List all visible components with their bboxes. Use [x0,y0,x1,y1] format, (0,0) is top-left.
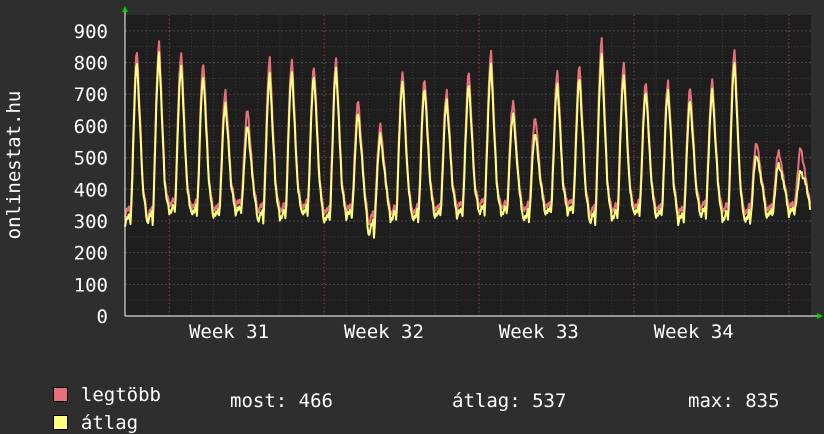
stat-max: max: 835 [688,390,780,412]
legend-avg-swatch [52,415,68,430]
y-axis-label: onlinestat.hu [3,91,25,240]
y-axis-ticks: 0 100 200 300 400 500 600 700 800 900 [74,21,108,328]
y-tick-label: 100 [74,274,108,296]
x-axis-arrow-icon [817,313,823,319]
x-tick-label: Week 32 [344,321,424,343]
y-tick-label: 0 [97,306,108,328]
legend-avg: átlag [30,390,138,434]
y-tick-label: 400 [74,179,108,201]
stat-avg: átlag: 537 [452,390,567,412]
y-axis-arrow-icon [122,6,128,12]
legend-avg-label: átlag [80,412,139,434]
stat-now: most: 466 [230,390,333,412]
x-tick-label: Week 34 [654,321,734,343]
x-tick-label: Week 31 [189,321,269,343]
y-tick-label: 200 [74,243,108,265]
x-axis-ticks: Week 31 Week 32 Week 33 Week 34 [189,321,734,343]
y-tick-label: 500 [74,148,108,170]
x-tick-label: Week 33 [499,321,579,343]
y-tick-label: 700 [74,84,108,106]
y-tick-label: 300 [74,211,108,233]
y-tick-label: 600 [74,116,108,138]
y-tick-label: 900 [74,21,108,43]
y-tick-label: 800 [74,53,108,75]
